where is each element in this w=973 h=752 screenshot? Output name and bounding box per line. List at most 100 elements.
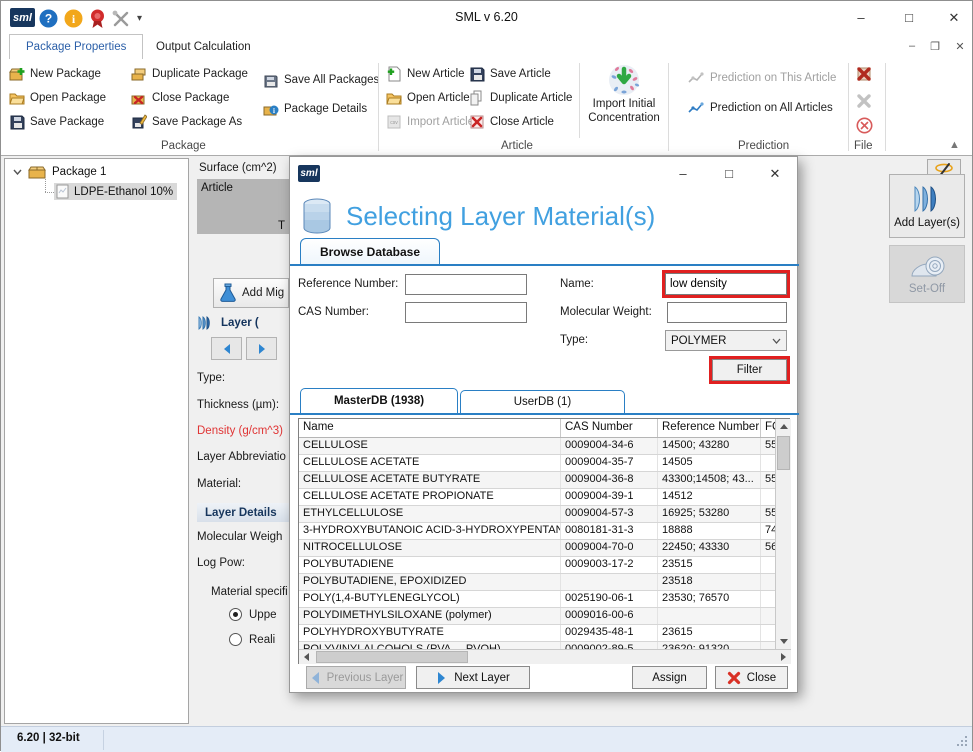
column-header-fc[interactable]: FC bbox=[761, 419, 775, 437]
maximize-button[interactable]: □ bbox=[894, 11, 924, 27]
masterdb-tab[interactable]: MasterDB (1938) bbox=[300, 388, 458, 413]
horizontal-scrollbar[interactable] bbox=[299, 649, 791, 664]
molecular-weight-input[interactable] bbox=[667, 302, 787, 323]
mdi-close-icon[interactable]: ✕ bbox=[951, 40, 969, 53]
column-header-cas[interactable]: CAS Number bbox=[561, 419, 658, 437]
table-cell: 55 bbox=[761, 438, 775, 454]
table-cell: 3-HYDROXYBUTANOIC ACID-3-HYDROXYPENTAN..… bbox=[299, 523, 561, 539]
vertical-scrollbar[interactable] bbox=[775, 419, 791, 649]
table-row[interactable]: POLYVINYLALCOHOLS (PVA ... PVOH)0009002-… bbox=[299, 642, 775, 649]
reference-number-field-wrap bbox=[405, 274, 527, 295]
mdi-restore-icon[interactable]: ❐ bbox=[926, 40, 944, 53]
open-package-button[interactable]: Open Package bbox=[9, 90, 106, 106]
table-row[interactable]: CELLULOSE ACETATE PROPIONATE0009004-39-1… bbox=[299, 489, 775, 506]
next-arrow-button[interactable] bbox=[246, 337, 277, 360]
dialog-maximize-button[interactable]: □ bbox=[718, 166, 740, 181]
table-cell: 0009004-35-7 bbox=[561, 455, 658, 471]
type-dropdown[interactable]: POLYMER bbox=[665, 330, 787, 351]
add-layers-button[interactable]: Add Layer(s) bbox=[889, 174, 965, 238]
table-row[interactable]: CELLULOSE ACETATE BUTYRATE0009004-36-843… bbox=[299, 472, 775, 489]
assign-button[interactable]: Assign bbox=[632, 666, 707, 689]
close-dialog-button[interactable]: Close bbox=[715, 666, 788, 689]
new-article-button[interactable]: New Article bbox=[386, 66, 465, 82]
userdb-tab[interactable]: UserDB (1) bbox=[460, 390, 625, 413]
table-cell: 23620; 91320 bbox=[658, 642, 761, 649]
table-row[interactable]: CELLULOSE ACETATE0009004-35-714505 bbox=[299, 455, 775, 472]
table-cell: 0009002-89-5 bbox=[561, 642, 658, 649]
save-article-button[interactable]: Save Article bbox=[469, 66, 551, 82]
realistic-radio-option[interactable]: Reali bbox=[229, 633, 275, 646]
delete-file-button[interactable] bbox=[855, 65, 873, 83]
filter-button[interactable]: Filter bbox=[712, 359, 787, 381]
column-header-reference[interactable]: Reference Number bbox=[658, 419, 761, 437]
chevron-down-icon[interactable] bbox=[13, 169, 22, 175]
table-cell: 23515 bbox=[658, 557, 761, 573]
article-grid-t-label: T bbox=[278, 220, 285, 232]
layer-details-tab[interactable]: Layer Details bbox=[197, 503, 289, 522]
radio-unselected-icon[interactable] bbox=[229, 633, 242, 646]
tree-item-article[interactable]: LDPE-Ethanol 10% bbox=[54, 183, 177, 200]
add-layers-icon bbox=[910, 184, 944, 214]
cas-number-input[interactable] bbox=[405, 302, 527, 323]
scroll-down-icon[interactable] bbox=[776, 634, 791, 649]
table-cell: CELLULOSE ACETATE PROPIONATE bbox=[299, 489, 561, 505]
table-row[interactable]: POLYDIMETHYLSILOXANE (polymer)0009016-00… bbox=[299, 608, 775, 625]
table-row[interactable]: NITROCELLULOSE0009004-70-022450; 4333056 bbox=[299, 540, 775, 557]
add-migrant-button[interactable]: Add Mig bbox=[213, 278, 289, 308]
type-field-label: Type: bbox=[560, 334, 588, 346]
type-dropdown-value: POLYMER bbox=[671, 335, 726, 347]
browse-database-tab[interactable]: Browse Database bbox=[300, 238, 440, 265]
upper-radio-option[interactable]: Uppe bbox=[229, 608, 277, 621]
table-cell: 74 bbox=[761, 523, 775, 539]
next-layer-button[interactable]: Next Layer bbox=[416, 666, 530, 689]
close-button[interactable]: ✕ bbox=[939, 11, 969, 27]
previous-arrow-button[interactable] bbox=[211, 337, 242, 360]
package-details-button[interactable]: i Package Details bbox=[263, 101, 367, 117]
cancel-circle-icon[interactable] bbox=[856, 117, 873, 134]
horizontal-scroll-thumb[interactable] bbox=[316, 651, 468, 663]
scroll-up-icon[interactable] bbox=[776, 419, 791, 434]
duplicate-article-button[interactable]: Duplicate Article bbox=[469, 90, 572, 106]
table-row[interactable]: POLY(1,4-BUTYLENEGLYCOL)0025190-06-12353… bbox=[299, 591, 775, 608]
dialog-close-button[interactable]: ✕ bbox=[764, 166, 786, 182]
table-row[interactable]: CELLULOSE0009004-34-614500; 4328055 bbox=[299, 438, 775, 455]
red-x-icon bbox=[727, 671, 741, 685]
table-row[interactable]: ETHYLCELLULOSE0009004-57-316925; 5328055 bbox=[299, 506, 775, 523]
save-package-button[interactable]: Save Package bbox=[9, 114, 104, 130]
scroll-right-icon[interactable] bbox=[776, 650, 791, 664]
table-cell: 55 bbox=[761, 472, 775, 488]
save-all-packages-button[interactable]: Save All Packages bbox=[263, 72, 379, 88]
layer-tab[interactable]: Layer ( bbox=[197, 315, 259, 331]
scroll-left-icon[interactable] bbox=[299, 650, 314, 664]
tab-output-calculation[interactable]: Output Calculation bbox=[140, 34, 267, 59]
material-table-body: CELLULOSE0009004-34-614500; 4328055CELLU… bbox=[299, 438, 775, 649]
reference-number-input[interactable] bbox=[405, 274, 527, 295]
mdi-minimize-icon[interactable]: – bbox=[903, 40, 921, 52]
name-input[interactable] bbox=[665, 273, 787, 295]
table-cell: 43300;14508; 43... bbox=[658, 472, 761, 488]
collapse-ribbon-icon[interactable]: ▲ bbox=[949, 139, 960, 151]
new-package-button[interactable]: New Package bbox=[9, 66, 101, 82]
dialog-minimize-button[interactable]: – bbox=[672, 166, 694, 181]
close-article-button[interactable]: Close Article bbox=[469, 114, 554, 130]
duplicate-package-button[interactable]: Duplicate Package bbox=[131, 66, 248, 82]
table-cell: 0025190-06-1 bbox=[561, 591, 658, 607]
tree-item-package[interactable]: Package 1 bbox=[13, 165, 106, 179]
save-package-as-button[interactable]: Save Package As bbox=[131, 114, 242, 130]
radio-selected-icon[interactable] bbox=[229, 608, 242, 621]
table-row[interactable]: 3-HYDROXYBUTANOIC ACID-3-HYDROXYPENTAN..… bbox=[299, 523, 775, 540]
table-cell: 0029435-48-1 bbox=[561, 625, 658, 641]
prediction-all-articles-button[interactable]: Prediction on All Articles bbox=[687, 101, 833, 115]
tab-package-properties[interactable]: Package Properties bbox=[9, 34, 143, 59]
open-article-button[interactable]: Open Article bbox=[386, 90, 470, 106]
vertical-scroll-thumb[interactable] bbox=[777, 436, 790, 470]
minimize-button[interactable]: – bbox=[846, 11, 876, 27]
table-row[interactable]: POLYHYDROXYBUTYRATE0029435-48-123615 bbox=[299, 625, 775, 642]
column-header-name[interactable]: Name bbox=[299, 419, 561, 437]
table-cell: 56 bbox=[761, 540, 775, 556]
table-row[interactable]: POLYBUTADIENE0009003-17-223515 bbox=[299, 557, 775, 574]
table-row[interactable]: POLYBUTADIENE, EPOXIDIZED23518 bbox=[299, 574, 775, 591]
resize-grip[interactable] bbox=[956, 736, 968, 748]
close-package-button[interactable]: Close Package bbox=[131, 90, 229, 106]
import-initial-concentration-button[interactable]: Import Initial Concentration bbox=[584, 63, 664, 126]
